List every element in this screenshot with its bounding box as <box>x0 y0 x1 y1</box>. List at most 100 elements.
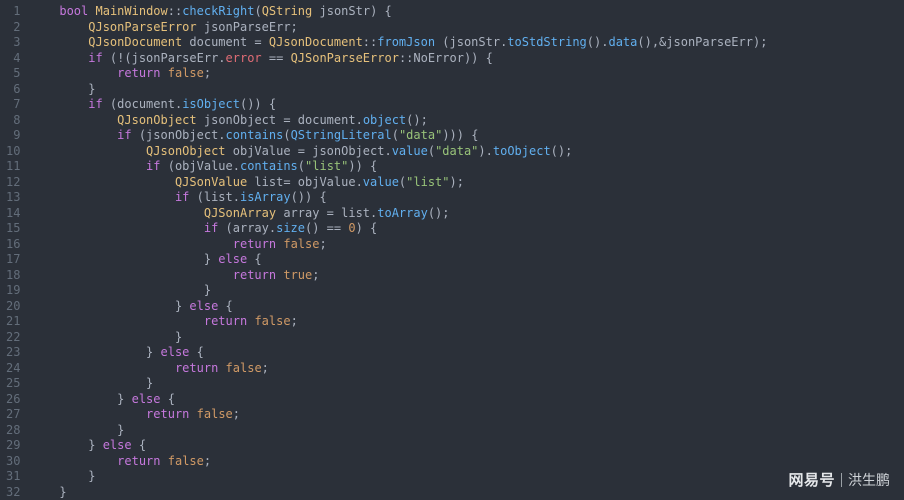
token-fn: size <box>276 221 305 235</box>
code-line[interactable]: } else { <box>30 299 904 315</box>
token-kw: return <box>204 314 247 328</box>
line-number: 13 <box>6 190 20 206</box>
line-number: 27 <box>6 407 20 423</box>
divider <box>841 473 842 487</box>
token-fn: value <box>363 175 399 189</box>
code-line[interactable]: } else { <box>30 392 904 408</box>
token-plain: ( <box>428 144 435 158</box>
line-number: 29 <box>6 438 20 454</box>
token-plain: (),&jsonParseErr); <box>637 35 767 49</box>
token-plain: ; <box>204 66 211 80</box>
token-plain: jsonObject = document. <box>197 113 363 127</box>
code-line[interactable]: return true; <box>30 268 904 284</box>
token-kw: else <box>189 299 218 313</box>
token-plain: } <box>30 469 95 483</box>
code-line[interactable]: } <box>30 423 904 439</box>
token-plain <box>161 454 168 468</box>
token-cls: QJSonValue <box>175 175 247 189</box>
token-str: "data" <box>435 144 478 158</box>
token-plain: document = <box>182 35 269 49</box>
line-number: 32 <box>6 485 20 500</box>
token-plain: () == <box>305 221 348 235</box>
line-number: 25 <box>6 376 20 392</box>
line-number: 4 <box>6 51 20 67</box>
code-line[interactable]: } <box>30 82 904 98</box>
token-plain <box>30 361 175 375</box>
code-line[interactable]: QJsonObject objValue = jsonObject.value(… <box>30 144 904 160</box>
code-line[interactable]: } else { <box>30 252 904 268</box>
code-line[interactable]: if (document.isObject()) { <box>30 97 904 113</box>
token-kw: return <box>117 454 160 468</box>
token-plain: { <box>247 252 261 266</box>
code-line[interactable]: if (list.isArray()) { <box>30 190 904 206</box>
code-line[interactable]: if (jsonObject.contains(QStringLiteral("… <box>30 128 904 144</box>
code-line[interactable]: } else { <box>30 345 904 361</box>
code-line[interactable]: } <box>30 376 904 392</box>
token-plain <box>30 206 203 220</box>
token-fn: toArray <box>377 206 428 220</box>
line-number: 9 <box>6 128 20 144</box>
code-line[interactable]: return false; <box>30 66 904 82</box>
code-line[interactable]: return false; <box>30 237 904 253</box>
code-editor: 1234567891011121314151617181920212223242… <box>0 0 904 500</box>
code-line[interactable]: if (!(jsonParseErr.error == QJSonParseEr… <box>30 51 904 67</box>
token-cls: QJSonArray <box>204 206 276 220</box>
token-plain: objValue = jsonObject. <box>226 144 392 158</box>
token-kw: if <box>88 51 102 65</box>
token-kw: else <box>103 438 132 452</box>
code-line[interactable]: return false; <box>30 314 904 330</box>
token-fn: toObject <box>493 144 551 158</box>
token-plain: ; <box>233 407 240 421</box>
token-plain: (document. <box>103 97 182 111</box>
token-kw: if <box>117 128 131 142</box>
line-number: 15 <box>6 221 20 237</box>
token-fn: checkRight <box>182 4 254 18</box>
code-line[interactable]: if (objValue.contains("list")) { <box>30 159 904 175</box>
token-plain <box>30 190 175 204</box>
token-plain: (); <box>406 113 428 127</box>
watermark-author: 洪生鹏 <box>848 471 890 489</box>
token-plain: :: <box>363 35 377 49</box>
line-number: 23 <box>6 345 20 361</box>
token-plain: ). <box>478 144 492 158</box>
token-lit: false <box>168 66 204 80</box>
token-kw: if <box>175 190 189 204</box>
token-plain: { <box>218 299 232 313</box>
token-cls: MainWindow <box>96 4 168 18</box>
code-line[interactable]: QJSonArray array = list.toArray(); <box>30 206 904 222</box>
token-plain: } <box>30 330 182 344</box>
token-plain: } <box>30 392 131 406</box>
code-line[interactable]: return false; <box>30 454 904 470</box>
token-fn: isObject <box>182 97 240 111</box>
code-line[interactable]: QJsonParseError jsonParseErr; <box>30 20 904 36</box>
token-cls: QJsonParseError <box>88 20 196 34</box>
line-number: 1 <box>6 4 20 20</box>
code-line[interactable]: } <box>30 469 904 485</box>
code-line[interactable]: return false; <box>30 407 904 423</box>
code-line[interactable]: QJsonObject jsonObject = document.object… <box>30 113 904 129</box>
code-line[interactable]: bool MainWindow::checkRight(QString json… <box>30 4 904 20</box>
code-line[interactable]: QJSonValue list= objValue.value("list"); <box>30 175 904 191</box>
code-line[interactable]: } else { <box>30 438 904 454</box>
token-str: "data" <box>399 128 442 142</box>
token-lit: false <box>254 314 290 328</box>
code-line[interactable]: QJsonDocument document = QJsonDocument::… <box>30 35 904 51</box>
code-area[interactable]: bool MainWindow::checkRight(QString json… <box>30 0 904 500</box>
token-plain: ; <box>319 237 326 251</box>
line-number: 28 <box>6 423 20 439</box>
line-number: 6 <box>6 82 20 98</box>
token-kw: return <box>233 268 276 282</box>
code-line[interactable]: return false; <box>30 361 904 377</box>
line-number: 17 <box>6 252 20 268</box>
code-line[interactable]: if (array.size() == 0) { <box>30 221 904 237</box>
token-cls: QJsonDocument <box>88 35 182 49</box>
code-line[interactable]: } <box>30 485 904 500</box>
token-plain: } <box>30 376 153 390</box>
code-line[interactable]: } <box>30 330 904 346</box>
token-plain: } <box>30 345 160 359</box>
token-plain: (list. <box>189 190 240 204</box>
code-line[interactable]: } <box>30 283 904 299</box>
token-plain: ; <box>262 361 269 375</box>
token-plain: :: <box>168 4 182 18</box>
token-plain: ; <box>291 314 298 328</box>
